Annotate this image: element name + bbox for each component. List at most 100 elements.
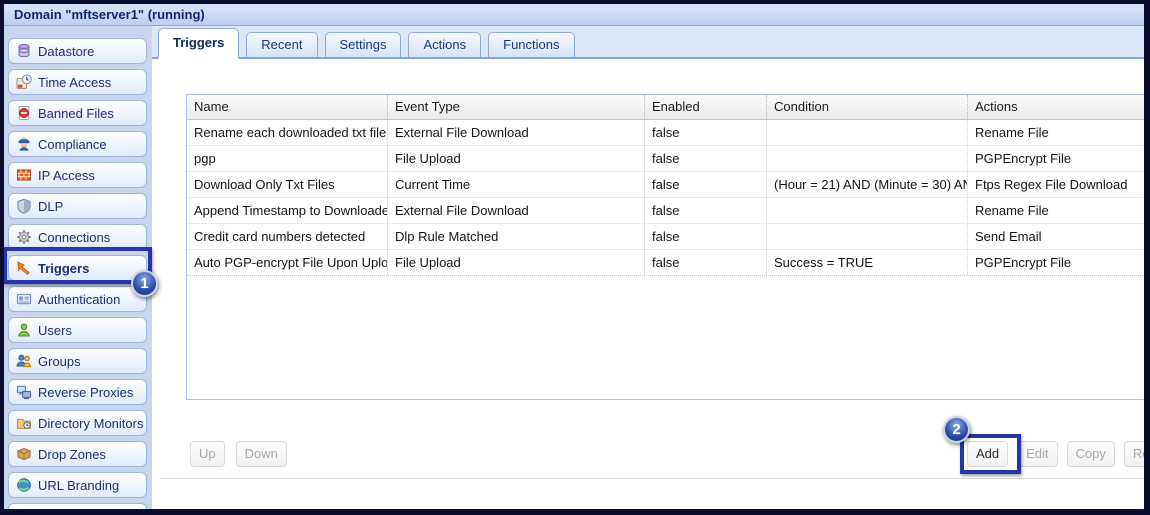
column-header-name[interactable]: Name: [187, 95, 388, 119]
table-cell: File Upload: [388, 250, 645, 275]
triggers-table: NameEvent TypeEnabledConditionActions Re…: [186, 94, 1146, 400]
table-row[interactable]: Download Only Txt FilesCurrent Timefalse…: [187, 172, 1145, 198]
table-row[interactable]: Rename each downloaded txt fileExternal …: [187, 120, 1145, 146]
table-cell: false: [645, 172, 767, 197]
table-cell: Credit card numbers detected: [187, 224, 388, 249]
url-branding-globe-icon: [16, 477, 32, 493]
sidebar-item-label: Datastore: [38, 44, 94, 59]
sidebar-item-label: IP Access: [38, 168, 95, 183]
table-row[interactable]: Append Timestamp to DownloadedExternal F…: [187, 198, 1145, 224]
sidebar-item-users[interactable]: Users: [8, 317, 147, 343]
column-header-enabled[interactable]: Enabled: [645, 95, 767, 119]
tab-actions[interactable]: Actions: [408, 32, 481, 57]
sidebar-item-drop-zones[interactable]: Drop Zones: [8, 441, 147, 467]
user-icon: [16, 322, 32, 338]
authentication-card-icon: [16, 291, 32, 307]
add-annotation-box: [960, 434, 1021, 474]
tab-recent[interactable]: Recent: [246, 32, 317, 57]
sidebar-item-datastore[interactable]: Datastore: [8, 38, 147, 64]
table-cell: false: [645, 250, 767, 275]
table-cell: Current Time: [388, 172, 645, 197]
ip-access-firewall-icon: [16, 167, 32, 183]
triggers-annotation-box: [3, 247, 152, 284]
table-cell: Send Email: [968, 224, 1145, 249]
table-cell: [767, 198, 968, 223]
table-row[interactable]: Auto PGP-encrypt File Upon UploadFile Up…: [187, 250, 1145, 276]
column-header-actions[interactable]: Actions: [968, 95, 1145, 119]
sidebar-item-label: Banned Files: [38, 106, 114, 121]
connections-gear-icon: [16, 229, 32, 245]
sidebar-item-directory-monitors[interactable]: Directory Monitors: [8, 410, 147, 436]
window-frame-top: [0, 0, 1150, 4]
up-button[interactable]: Up: [190, 441, 225, 467]
dlp-shield-icon: [16, 198, 32, 214]
table-body: Rename each downloaded txt fileExternal …: [187, 120, 1145, 276]
groups-icon: [16, 353, 32, 369]
table-cell: Success = TRUE: [767, 250, 968, 275]
table-cell: [767, 146, 968, 171]
drop-zones-box-icon: [16, 446, 32, 462]
table-cell: Append Timestamp to Downloaded: [187, 198, 388, 223]
reorder-button-group: Up Down: [190, 441, 287, 467]
table-cell: External File Download: [388, 198, 645, 223]
table-cell: Ftps Regex File Download: [968, 172, 1145, 197]
table-cell: pgp: [187, 146, 388, 171]
copy-button[interactable]: Copy: [1067, 441, 1115, 467]
compliance-officer-icon: [16, 136, 32, 152]
table-cell: External File Download: [388, 120, 645, 145]
table-cell: Rename File: [968, 198, 1145, 223]
table-cell: Auto PGP-encrypt File Upon Upload: [187, 250, 388, 275]
table-cell: false: [645, 146, 767, 171]
table-cell: Download Only Txt Files: [187, 172, 388, 197]
sidebar-item-authentication[interactable]: Authentication: [8, 286, 147, 312]
sidebar-item-time-access[interactable]: Time Access: [8, 69, 147, 95]
sidebar-item-label: Users: [38, 323, 72, 338]
app-window: Domain "mftserver1" (running) Datastore T…: [0, 0, 1150, 515]
sidebar-item-label: URL Branding: [38, 478, 119, 493]
table-row[interactable]: pgpFile UploadfalsePGPEncrypt File: [187, 146, 1145, 172]
tab-functions[interactable]: Functions: [488, 32, 574, 57]
directory-monitors-icon: [16, 415, 32, 431]
sidebar-item-ip-access[interactable]: IP Access: [8, 162, 147, 188]
sidebar-item-compliance[interactable]: Compliance: [8, 131, 147, 157]
window-frame-right: [1144, 0, 1150, 515]
reverse-proxies-icon: [16, 384, 32, 400]
table-cell: PGPEncrypt File: [968, 146, 1145, 171]
table-cell: Rename File: [968, 120, 1145, 145]
sidebar-item-label: Reverse Proxies: [38, 385, 133, 400]
sidebar-item-reverse-proxies[interactable]: Reverse Proxies: [8, 379, 147, 405]
down-button[interactable]: Down: [236, 441, 287, 467]
sidebar-item-dlp[interactable]: DLP: [8, 193, 147, 219]
time-access-clock-icon: [16, 74, 32, 90]
sidebar-item-banned-files[interactable]: Banned Files: [8, 100, 147, 126]
table-cell: false: [645, 120, 767, 145]
sidebar-item-label: DLP: [38, 199, 63, 214]
window-title-bar: Domain "mftserver1" (running): [4, 4, 1144, 26]
tab-triggers[interactable]: Triggers: [158, 28, 239, 59]
panel-divider: [160, 478, 1144, 479]
table-cell: Dlp Rule Matched: [388, 224, 645, 249]
table-cell: (Hour = 21) AND (Minute = 30) AND: [767, 172, 968, 197]
edit-button[interactable]: Edit: [1017, 441, 1057, 467]
table-cell: Rename each downloaded txt file: [187, 120, 388, 145]
column-header-event-type[interactable]: Event Type: [388, 95, 645, 119]
step-2-badge: 2: [943, 416, 970, 443]
sidebar-item-groups[interactable]: Groups: [8, 348, 147, 374]
table-cell: false: [645, 198, 767, 223]
tab-bar: Triggers Recent SettingsActions Functions: [152, 26, 1150, 59]
table-row[interactable]: Credit card numbers detectedDlp Rule Mat…: [187, 224, 1145, 250]
sidebar-item-label: Groups: [38, 354, 81, 369]
sidebar-item-label: Connections: [38, 230, 110, 245]
sidebar-item-url-branding[interactable]: URL Branding: [8, 472, 147, 498]
table-cell: false: [645, 224, 767, 249]
tab-settings[interactable]: Settings: [325, 32, 402, 57]
column-header-condition[interactable]: Condition: [767, 95, 968, 119]
table-cell: [767, 224, 968, 249]
banned-files-icon: [16, 105, 32, 121]
sidebar-item-label: Time Access: [38, 75, 111, 90]
window-frame-bottom: [0, 509, 1150, 515]
database-icon: [16, 43, 32, 59]
sidebar-item-label: Drop Zones: [38, 447, 106, 462]
table-cell: [767, 120, 968, 145]
sidebar-item-label: Authentication: [38, 292, 120, 307]
